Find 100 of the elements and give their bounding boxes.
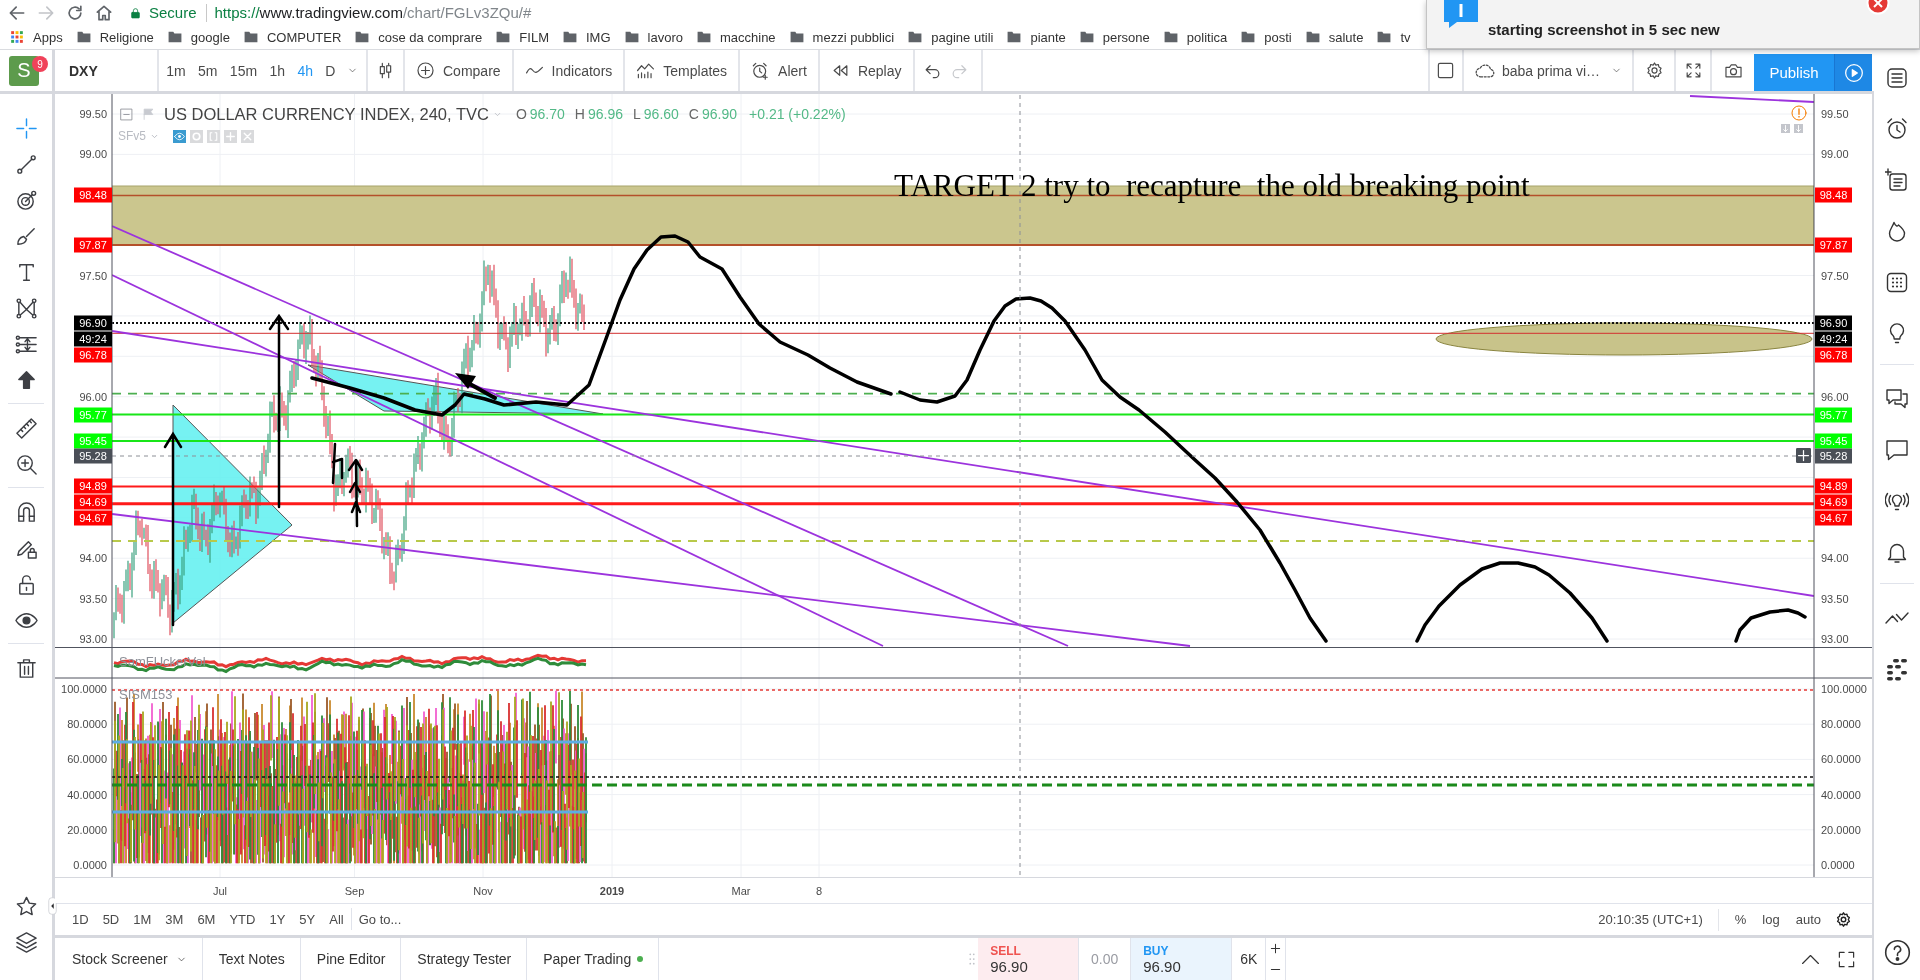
symbol-search[interactable]: DXY [55,62,157,79]
range-button[interactable]: 5D [95,906,127,933]
notes-icon[interactable] [1885,167,1909,192]
alarm-clock-icon[interactable] [1885,116,1909,141]
bookmark-folder[interactable]: IMG [555,25,618,49]
price-label: 49:24 [74,331,112,347]
interval-tab[interactable]: 5m [191,55,224,86]
range-button[interactable]: All [322,906,351,933]
list-icon[interactable] [1885,65,1909,90]
price-label: 95.28 [1815,448,1852,464]
status-dot-icon [637,956,644,962]
interval-tab[interactable]: D [319,55,342,86]
panel-tab[interactable]: Strategy Tester [401,938,528,980]
price-label: 96.90 [1815,315,1852,331]
quantity-field[interactable]: 6K [1231,938,1266,980]
buy-button[interactable]: BUY 96.90 [1131,938,1232,980]
folder-icon [1241,30,1256,44]
price-label: 95.28 [74,448,112,464]
sell-button[interactable]: SELL 96.90 [978,938,1079,980]
crosshair-icon[interactable] [14,116,38,140]
indicators-button[interactable]: Indicators [513,50,624,91]
bookmark-folder[interactable]: salute [1298,25,1371,49]
templates-button[interactable]: Templates [625,50,739,91]
panel-tab[interactable]: Pine Editor [300,938,402,980]
scale-button[interactable]: log [1754,906,1788,933]
bookmark-folder[interactable]: persone [1072,25,1157,49]
chats-icon[interactable] [1885,386,1909,411]
interval-tab[interactable]: 1m [160,55,192,86]
collapse-handle[interactable] [48,895,57,917]
folder-icon [624,30,639,44]
plus-icon[interactable] [1270,943,1282,954]
panel-tab[interactable]: Text Notes [202,938,301,980]
camera-icon[interactable] [1723,61,1743,80]
oscillator-tick: 40.0000 [67,787,107,802]
price-tick: 99.00 [1821,147,1849,162]
checkbox-icon[interactable] [1436,61,1456,80]
layers-icon[interactable] [14,930,38,954]
timezone-button[interactable]: 20:10:35 (UTC+1) [1591,906,1710,933]
settings-icon[interactable] [1835,911,1852,928]
replay-button[interactable]: Replay [819,50,913,91]
folder-icon [908,30,923,44]
alert-button[interactable]: Alert [740,50,818,91]
panel-tab[interactable]: Paper Trading [527,938,660,980]
bookmark-folder[interactable]: tv [1370,25,1418,49]
bookmark-folder[interactable]: FILM [489,25,556,49]
ruler-icon[interactable] [14,416,38,440]
panel-tab[interactable]: Stock Screener [56,938,203,980]
range-button[interactable]: 5Y [292,906,323,933]
help-icon[interactable] [1883,939,1911,966]
time-label: Jul [212,885,228,897]
bookmark-folder[interactable]: Religione [69,25,161,49]
range-button[interactable]: 1M [126,906,159,933]
layout-menu[interactable]: baba prima vi… [1463,50,1632,91]
range-button[interactable]: YTD [222,906,263,933]
bookmark-folder[interactable]: COMPUTER [236,25,349,49]
folder-icon [355,30,370,44]
bookmark-folder[interactable]: macchine [689,25,783,49]
interval-tab[interactable]: 1h [263,55,292,86]
plus-circle-icon [416,61,435,80]
scale-button[interactable]: % [1726,906,1755,933]
time-label: 8 [815,885,823,897]
pattern-icon[interactable] [14,296,38,320]
range-button[interactable]: 1D [65,906,96,933]
compare-button[interactable]: Compare [405,50,512,91]
fullscreen-icon[interactable] [1837,949,1856,969]
price-label: 94.67 [1815,510,1852,526]
collapse-icon[interactable] [120,107,133,121]
bookmark-folder[interactable]: google [160,25,237,49]
range-button[interactable]: 1Y [262,906,293,933]
drag-handle-icon[interactable] [968,952,977,966]
ohlc-value: C 96.90 [688,106,738,122]
bookmark-folder[interactable]: mezzi pubblici [782,25,902,49]
chat-icon[interactable] [1885,437,1909,462]
spiral-icon[interactable] [14,188,38,212]
time-label: Sep [344,885,365,897]
range-button[interactable]: 6M [190,906,223,933]
play-button[interactable] [1834,54,1872,91]
scale-button[interactable]: auto [1787,906,1829,933]
settings-icon[interactable] [1644,61,1664,80]
star-icon[interactable] [14,894,38,918]
bookmark-folder[interactable]: politica [1156,25,1235,49]
price-tick: 94.00 [1821,551,1849,565]
interval-tab[interactable]: 15m [223,55,264,86]
address-field[interactable]: https://www.tradingview.com/chart/FGLv3ZQu/# [214,4,532,21]
range-button[interactable]: 3M [158,906,191,933]
trash-icon[interactable] [14,656,38,680]
ohlc-value: O 96.70 [515,106,565,122]
apps-shortcut[interactable]: Apps [3,25,70,49]
trend-line-icon[interactable] [14,152,38,176]
bookmark-folder[interactable]: posti [1234,25,1299,49]
price-tick: 93.00 [79,632,107,646]
bookmark-folder[interactable]: piante [1000,25,1073,49]
folder-icon [243,30,258,44]
zoom-in-icon[interactable] [14,452,38,476]
bookmark-folder[interactable]: cose da comprare [348,25,490,49]
go-to-button[interactable]: Go to... [351,906,409,933]
dots-icon[interactable] [1885,656,1909,681]
bookmark-folder[interactable]: pagine utili [901,25,1001,49]
bookmark-folder[interactable]: lavoro [617,25,690,49]
security-indicator[interactable]: Secure [149,4,197,21]
